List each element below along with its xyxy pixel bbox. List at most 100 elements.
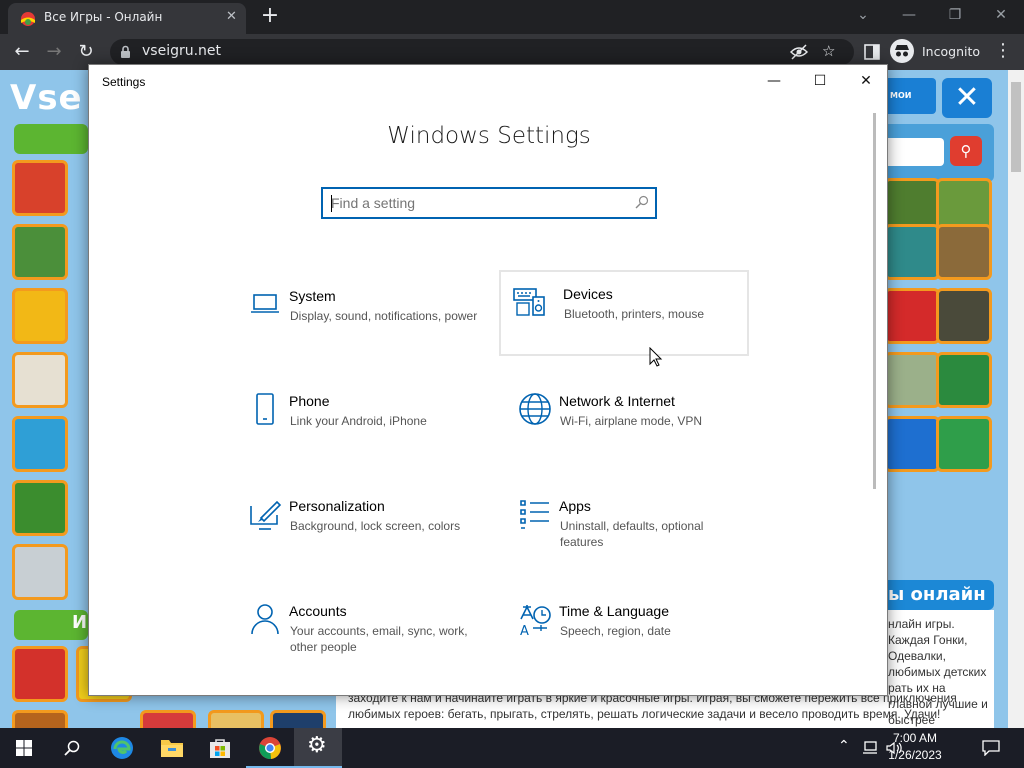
settings-heading: Windows Settings [387, 123, 591, 149]
settings-tile-system[interactable]: System Display, sound, notifications, po… [239, 272, 487, 356]
keyboard-speaker-icon [513, 288, 545, 316]
search-icon [64, 740, 80, 756]
page-scrollbar-thumb[interactable] [1011, 82, 1021, 172]
chrome-icon [259, 737, 281, 760]
browser-restore-button[interactable]: ❐ [932, 0, 978, 32]
taskbar-edge-button[interactable] [98, 728, 146, 768]
site-search-icon[interactable]: ⚲ [950, 136, 982, 166]
game-thumbnail[interactable] [936, 416, 992, 472]
settings-minimize-button[interactable]: — [751, 65, 797, 97]
section-short-label: И [72, 612, 88, 633]
bookmark-star-icon[interactable]: ☆ [822, 42, 835, 60]
url-text[interactable]: vseigru.net [142, 43, 221, 59]
game-thumbnail[interactable] [936, 288, 992, 344]
clock-time: 7:00 AM [892, 731, 938, 745]
tile-description: Display, sound, notifications, power [290, 309, 478, 323]
game-thumbnail[interactable] [12, 710, 68, 728]
tile-name: Network & Internet [559, 393, 675, 409]
game-thumbnail[interactable] [936, 352, 992, 408]
game-thumbnail[interactable] [884, 352, 940, 408]
category-button[interactable] [14, 124, 88, 154]
tab-search-chevron-icon[interactable]: ⌄ [840, 0, 886, 32]
game-thumbnail[interactable] [12, 224, 68, 280]
my-games-button[interactable]: МОИ ИГРЫ [888, 78, 936, 136]
taskbar-explorer-button[interactable] [148, 728, 196, 768]
taskbar-settings-button[interactable]: ⚙ [294, 728, 342, 768]
settings-tile-time-language[interactable]: A Time & Language Speech, region, date [509, 587, 757, 671]
chevron-up-icon[interactable]: ⌃ [838, 738, 850, 754]
store-bag-icon [210, 739, 230, 758]
tab-close-icon[interactable]: ✕ [226, 9, 237, 24]
browser-tab[interactable]: Все Игры - Онлайн ✕ [8, 3, 246, 34]
game-thumbnail[interactable] [12, 416, 68, 472]
game-thumbnail[interactable] [884, 224, 940, 280]
apps-list-icon [520, 500, 549, 529]
browser-minimize-button[interactable]: — [886, 0, 932, 32]
back-button[interactable]: ← [6, 34, 38, 70]
game-thumbnail[interactable] [12, 544, 68, 600]
game-thumbnail[interactable] [12, 352, 68, 408]
forward-button[interactable]: → [38, 34, 70, 70]
settings-maximize-button[interactable]: ☐ [797, 65, 843, 97]
game-thumbnail[interactable] [12, 160, 68, 216]
browser-close-button[interactable]: ✕ [978, 0, 1024, 32]
incognito-icon [890, 39, 914, 63]
settings-tile-devices[interactable]: Devices Bluetooth, printers, mouse [499, 270, 749, 356]
text-caret [331, 195, 332, 212]
game-thumbnail[interactable] [884, 288, 940, 344]
start-button[interactable] [0, 728, 48, 768]
game-thumbnail[interactable] [270, 710, 326, 728]
laptop-icon [251, 294, 279, 313]
tile-description: Wi-Fi, airplane mode, VPN [560, 414, 703, 428]
search-icon[interactable] [635, 195, 649, 209]
tab-title: Все Игры - Онлайн [44, 10, 163, 24]
taskbar-chrome-button[interactable] [246, 728, 294, 768]
tile-name: Devices [563, 286, 613, 302]
person-icon [251, 604, 279, 635]
globe-icon [519, 393, 551, 425]
taskbar-clock[interactable]: 7:00 AM 1/26/2023 [870, 730, 960, 764]
site-favicon-icon [21, 12, 35, 26]
lock-icon [121, 45, 130, 58]
find-setting-box[interactable] [321, 187, 657, 219]
game-thumbnail[interactable] [12, 288, 68, 344]
settings-tile-accounts[interactable]: Accounts Your accounts, email, sync, wor… [239, 587, 487, 671]
taskbar-store-button[interactable] [196, 728, 244, 768]
tile-name: Personalization [289, 498, 385, 514]
game-thumbnail[interactable] [12, 480, 68, 536]
mouse-cursor-icon [649, 347, 663, 367]
settings-tile-phone[interactable]: Phone Link your Android, iPhone [239, 377, 487, 461]
settings-tile-network[interactable]: Network & Internet Wi-Fi, airplane mode,… [509, 377, 757, 461]
settings-close-button[interactable]: ✕ [843, 65, 889, 97]
tile-name: Apps [559, 498, 591, 514]
close-x-icon[interactable]: ✕ [942, 78, 992, 118]
new-tab-button[interactable]: + [256, 3, 284, 31]
browser-menu-icon[interactable]: ⋮ [994, 40, 1012, 61]
site-logo[interactable]: Vse [10, 78, 83, 118]
phone-icon [256, 393, 274, 425]
game-thumbnail[interactable] [884, 416, 940, 472]
taskbar-search-button[interactable] [48, 728, 96, 768]
notifications-icon[interactable] [982, 740, 1000, 756]
game-thumbnail[interactable] [208, 710, 264, 728]
section-heading-left: И [14, 610, 88, 640]
settings-tile-apps[interactable]: Apps Uninstall, defaults, optional featu… [509, 482, 757, 566]
settings-tile-personalization[interactable]: Personalization Background, lock screen,… [239, 482, 487, 566]
tile-description: Link your Android, iPhone [290, 414, 427, 428]
side-panel-icon[interactable] [864, 44, 880, 60]
game-thumbnail[interactable] [12, 646, 68, 702]
taskbar: ⚙ ⌃ 7:00 AM 1/26/2023 [0, 728, 1024, 768]
tile-description: Uninstall, defaults, optional features [560, 519, 704, 549]
settings-window: Settings — ☐ ✕ Windows Settings System D… [88, 64, 888, 696]
clock-date: 1/26/2023 [888, 748, 942, 762]
find-setting-input[interactable] [331, 193, 621, 213]
address-bar[interactable]: vseigru.net ☆ [110, 39, 854, 65]
tracking-blocked-eye-icon[interactable] [790, 44, 808, 60]
svg-text:A: A [520, 624, 529, 637]
site-search-input[interactable] [888, 138, 944, 166]
game-thumbnail[interactable] [140, 710, 196, 728]
settings-scrollbar[interactable] [873, 113, 876, 489]
gear-icon: ⚙ [307, 733, 327, 758]
tile-description: Bluetooth, printers, mouse [564, 307, 705, 321]
game-thumbnail[interactable] [936, 224, 992, 280]
